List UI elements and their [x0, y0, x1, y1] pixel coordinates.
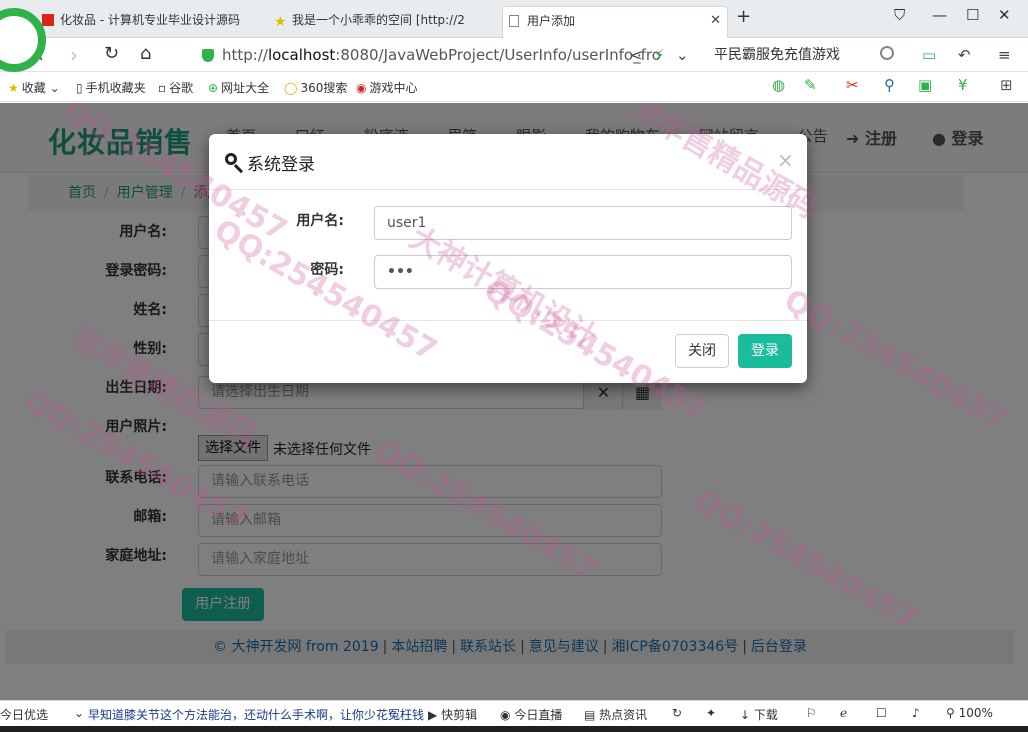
os-taskbar [0, 726, 1028, 732]
ring-icon: ◯ [284, 81, 298, 95]
gamepad-icon[interactable]: ▣ [918, 76, 932, 94]
search-icon[interactable] [880, 46, 894, 60]
status-news[interactable]: 早知道膝关节这个方法能治，还动什么手术啊，让你少花冤枉钱 [88, 706, 424, 723]
browser-tab-2[interactable]: ★ 我是一个小乖乖的空间 [http://2 [268, 6, 498, 38]
scissors-icon[interactable]: ✂ [846, 76, 859, 94]
tool-icon[interactable]: ✦ [706, 706, 716, 720]
flag-icon[interactable]: ⚐ [806, 706, 817, 720]
status-live[interactable]: ◉ 今日直播 [500, 706, 562, 723]
tab-close-icon[interactable]: ✕ [710, 7, 721, 35]
bookmark-games[interactable]: ◉ 游戏中心 [356, 79, 418, 96]
browser-tab-bar: 化妆品 - 计算机专业毕业设计源码 ★ 我是一个小乖乖的空间 [http://2… [0, 0, 1028, 38]
flag-icon [42, 14, 54, 26]
modal-password-input[interactable]: ••• [374, 255, 792, 289]
phone-icon: ▯ [76, 81, 83, 95]
modal-password-label: 密码: [310, 262, 344, 278]
undo-icon[interactable]: ↶ [958, 46, 971, 64]
page-content: 化妆品销售 首页 口红 粉底液 眉笔 眼影 我的购物车 网站留言 公告 ➜ 注册… [0, 103, 1028, 700]
modal-login-button[interactable]: 登录 [738, 334, 792, 368]
key-icon [225, 153, 237, 165]
modal-title: 系统登录 [247, 155, 315, 175]
zoom-control[interactable]: ⚲ 100% [946, 706, 993, 720]
browser-tab-active[interactable]: 用户添加 ✕ [502, 6, 728, 38]
ie-icon[interactable]: ℯ [840, 706, 847, 720]
address-bar: ‹ › ↻ ⌂ http://localhost:8080/JavaWebPro… [0, 38, 1028, 72]
plus-circle-icon: ⊕ [208, 81, 219, 95]
star-icon: ★ [274, 14, 287, 30]
bookmark-sites[interactable]: ⊕ 网址大全 [208, 79, 269, 96]
status-quickcut[interactable]: ▶ 快剪辑 [428, 706, 477, 723]
battery-icon[interactable]: ▭ [922, 46, 936, 64]
url-field[interactable]: http://localhost:8080/JavaWebProject/Use… [198, 41, 700, 69]
yen-icon[interactable]: ¥ [958, 76, 968, 94]
refresh-icon[interactable]: ↻ [672, 706, 682, 720]
game-icon: ◉ [356, 81, 367, 95]
minimize-icon[interactable]: — [932, 6, 947, 24]
lightning-icon[interactable]: ⚡ [654, 46, 665, 64]
menu-icon[interactable]: ≡ [998, 46, 1011, 64]
shield-icon [202, 49, 214, 62]
bookmark-360[interactable]: ◯ 360搜索 [284, 79, 347, 96]
browser-tab-1[interactable]: 化妆品 - 计算机专业毕业设计源码 [36, 6, 262, 38]
chevron-down-icon[interactable]: ⌄ [676, 46, 689, 64]
maximize-icon[interactable]: ☐ [966, 6, 979, 24]
page-icon: ▫ [158, 81, 167, 95]
download-icon: ↓ [740, 708, 751, 722]
search-hint[interactable]: 平民霸服免充值游戏 [714, 42, 840, 68]
bookmark-mobile[interactable]: ▯ 手机收藏夹 [76, 79, 146, 96]
star-icon: ★ [8, 81, 19, 95]
bookmark-google[interactable]: ▫ 谷歌 [158, 79, 193, 96]
home-icon[interactable]: ⌂ [140, 43, 151, 64]
translate-icon[interactable]: ✎ [804, 76, 817, 94]
bookmark-favorites[interactable]: ★ 收藏 ⌄ [8, 79, 60, 96]
play-circle-icon: ◉ [500, 708, 511, 722]
login-modal: 系统登录 × 用户名: user1 密码: ••• 关闭 登录 [209, 134, 807, 383]
modal-close-button[interactable]: 关闭 [675, 334, 729, 368]
grid-icon[interactable]: ⊞ [1000, 76, 1013, 94]
new-tab-icon[interactable]: + [736, 6, 751, 27]
volume-icon[interactable]: ♪ [912, 706, 920, 720]
modal-footer-divider [209, 320, 807, 321]
browser-status-bar: 今日优选 ⌄ 早知道膝关节这个方法能治，还动什么手术啊，让你少花冤枉钱 ▶ 快剪… [0, 700, 1028, 726]
page-icon [509, 15, 519, 27]
reload-icon[interactable]: ↻ [104, 43, 119, 64]
close-icon[interactable]: × [777, 148, 794, 172]
window-icon[interactable]: ☐ [876, 706, 887, 720]
bookmark-bar: ★ 收藏 ⌄ ▯ 手机收藏夹 ▫ 谷歌 ⊕ 网址大全 ◯ 360搜索 ◉ 游戏中心 ◍ ✎ … [0, 72, 1028, 102]
close-window-icon[interactable]: ✕ [998, 6, 1011, 24]
zoom-icon: ⚲ [946, 706, 955, 720]
modal-header: 系统登录 × [209, 134, 807, 190]
magnifier-icon[interactable]: ⚲ [884, 76, 895, 94]
modal-username-label: 用户名: [296, 213, 344, 229]
forward-icon[interactable]: › [70, 43, 78, 67]
status-download[interactable]: ↓ 下载 [740, 706, 778, 723]
chat-icon[interactable]: ◍ [772, 76, 785, 94]
status-hotnews[interactable]: ▤ 热点资讯 [584, 706, 647, 723]
status-deals[interactable]: 今日优选 [0, 706, 48, 723]
shirt-icon[interactable]: ⛉ [894, 6, 905, 24]
share-icon[interactable]: ⋖ [630, 46, 643, 64]
chevron-down-icon[interactable]: ⌄ [74, 706, 84, 720]
play-box-icon: ▶ [428, 708, 438, 722]
modal-username-input[interactable]: user1 [374, 206, 792, 240]
news-icon: ▤ [584, 708, 596, 722]
